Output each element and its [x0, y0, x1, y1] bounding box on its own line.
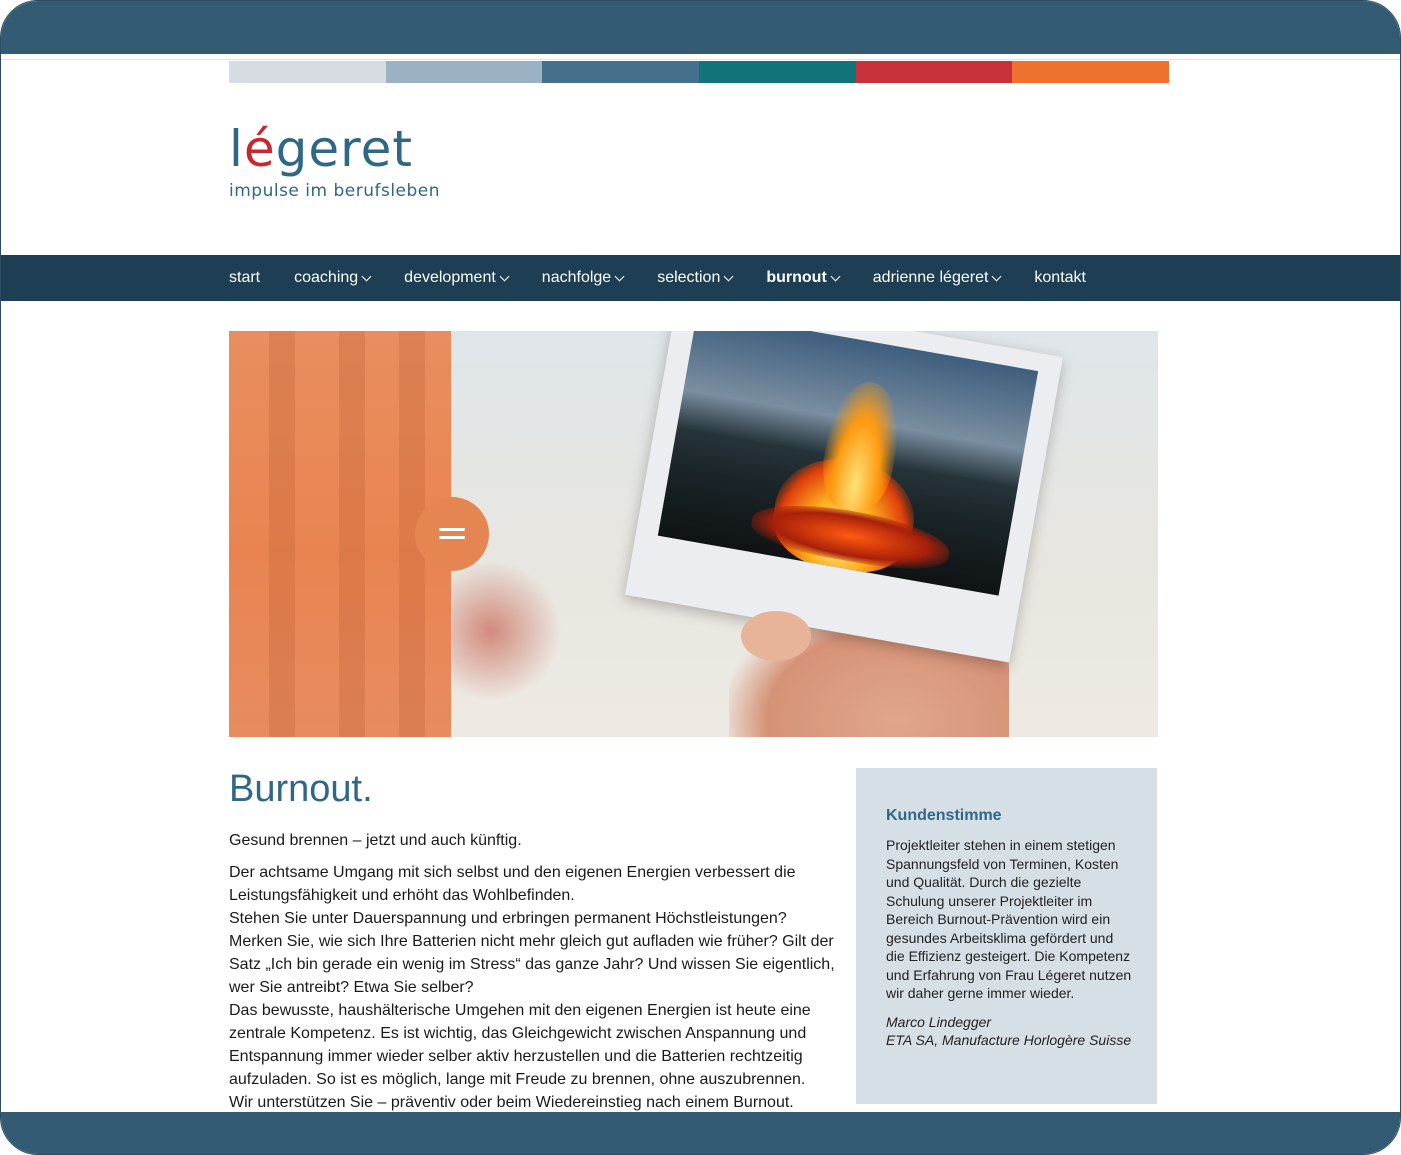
hero-image — [229, 331, 1158, 737]
color-stripe-segment — [855, 61, 1013, 83]
paragraph: Wir unterstützen Sie – präventiv oder be… — [229, 1094, 794, 1111]
nav-item-selection[interactable]: selection — [657, 269, 734, 287]
color-stripe-segment — [1012, 61, 1170, 83]
color-stripe-segment — [542, 61, 700, 83]
paragraph: Der achtsame Umgang mit sich selbst und … — [229, 864, 796, 904]
nav-item-start[interactable]: start — [229, 269, 260, 287]
nav-item-label: coaching — [294, 269, 359, 286]
chevron-down-icon — [614, 271, 625, 281]
frame-bottom-bar — [1, 1112, 1400, 1154]
campfire-picture — [657, 331, 1039, 596]
testimonial-company: ETA SA, Manufacture Horlogère Suisse — [886, 1032, 1132, 1048]
nav-list: start coaching development nachfolge selecti… — [229, 255, 1120, 301]
logo-tagline: impulse im berufsleben — [229, 181, 441, 201]
testimonial-author: Marco Lindegger — [886, 1013, 992, 1030]
testimonial-heading: Kundenstimme — [886, 807, 1002, 824]
thumb-graphic — [741, 611, 811, 661]
nav-item-label: selection — [657, 269, 721, 286]
color-stripe-segment — [229, 61, 386, 83]
chevron-down-icon — [830, 271, 841, 281]
lead-text: Gesund brennen – jetzt und auch künftig. — [229, 832, 522, 849]
color-stripe-segment — [385, 61, 543, 83]
nav-item-label: start — [229, 269, 261, 286]
paragraph: Stehen Sie unter Dauerspannung und erbri… — [229, 910, 835, 996]
main-navigation: start coaching development nachfolge selecti… — [1, 255, 1400, 301]
color-stripe — [229, 61, 1170, 83]
testimonial-box: Kundenstimme Projektleiter stehen in ein… — [856, 768, 1157, 1104]
site-logo[interactable]: légeret impulse im berufsleben — [229, 119, 440, 201]
page-title: Burnout. — [229, 768, 373, 810]
nav-item-label: burnout — [766, 269, 827, 286]
nav-item-adrienne-légeret[interactable]: adrienne légeret — [872, 269, 1002, 287]
testimonial-quote: Projektleiter stehen in einem stetigen S… — [886, 837, 1132, 1001]
nav-item-nachfolge[interactable]: nachfolge — [541, 269, 625, 287]
chevron-down-icon — [499, 271, 510, 281]
testimonial-signature: Marco Lindegger ETA SA, Manufacture Horl… — [886, 1013, 1132, 1050]
nav-item-burnout[interactable]: burnout — [766, 269, 841, 287]
main-content: Burnout. Gesund brennen – jetzt und auch… — [229, 767, 839, 1114]
nav-item-label: development — [404, 269, 496, 286]
chevron-down-icon — [723, 271, 734, 281]
chevron-down-icon — [361, 271, 372, 281]
divider — [1, 59, 1400, 60]
nav-item-coaching[interactable]: coaching — [294, 269, 372, 287]
color-stripe-segment — [699, 61, 856, 83]
logo-wordmark: légeret — [229, 120, 413, 178]
browser-frame: légeret impulse im berufsleben start coac… — [0, 0, 1401, 1155]
nav-item-label: nachfolge — [541, 269, 612, 286]
paragraph: Das bewusste, haushälterische Umgehen mi… — [229, 1002, 811, 1088]
chevron-down-icon — [991, 271, 1002, 281]
nav-item-development[interactable]: development — [404, 269, 510, 287]
nav-item-label: kontakt — [1034, 269, 1086, 286]
menu-toggle-button[interactable] — [415, 497, 489, 571]
nav-item-kontakt[interactable]: kontakt — [1034, 269, 1086, 287]
body-text: Der achtsame Umgang mit sich selbst und … — [229, 861, 839, 1114]
frame-top-bar — [1, 1, 1400, 54]
nav-item-label: adrienne légeret — [872, 269, 989, 286]
